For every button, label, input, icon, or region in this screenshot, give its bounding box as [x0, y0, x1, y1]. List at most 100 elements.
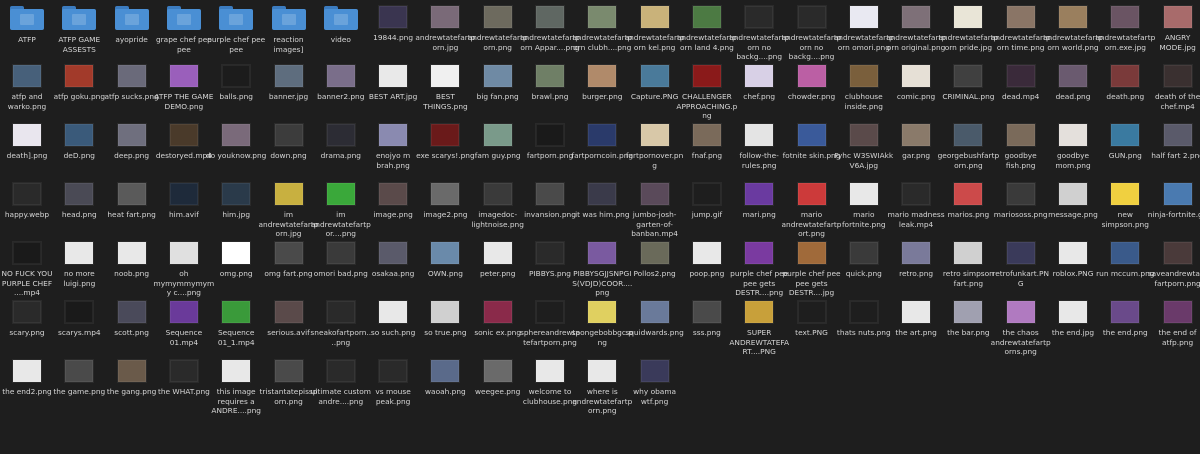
- file-item[interactable]: sonic ex.png: [471, 299, 525, 338]
- file-item[interactable]: andrewtatefartporn no backg....png: [781, 4, 842, 62]
- file-item[interactable]: so true.png: [418, 299, 472, 338]
- file-item[interactable]: the end of atfp.png: [1151, 299, 1200, 347]
- file-item[interactable]: vs mouse peak.png: [366, 358, 420, 406]
- file-item[interactable]: comic.png: [889, 63, 943, 102]
- file-item[interactable]: exe scarys!.png: [416, 122, 475, 161]
- file-item[interactable]: the art.png: [889, 299, 943, 338]
- file-item[interactable]: BEST ART.jpg: [366, 63, 420, 102]
- file-item[interactable]: andrewtatefartporn omori.png: [834, 4, 894, 52]
- file-item[interactable]: fartpornover.png: [626, 122, 683, 170]
- file-item[interactable]: death of the chef.mp4: [1151, 63, 1200, 111]
- file-item[interactable]: half fart 2.png: [1151, 122, 1200, 161]
- file-item[interactable]: oh mymymmymymy c....png: [154, 240, 214, 298]
- file-item[interactable]: andrewtatefartporn kel.png: [625, 4, 685, 52]
- file-item[interactable]: fnaf.png: [680, 122, 734, 161]
- folder-item[interactable]: grape chef pee pee: [156, 4, 212, 54]
- file-item[interactable]: the end.png: [1098, 299, 1152, 338]
- file-item[interactable]: sphereandrewtatefartporn.png: [520, 299, 580, 347]
- file-item[interactable]: destoryed.mp4: [156, 122, 212, 161]
- file-item[interactable]: jump.gif: [680, 181, 734, 220]
- folder-item[interactable]: purple chef pee pee: [207, 4, 265, 54]
- file-item[interactable]: down.png: [262, 122, 316, 161]
- file-item[interactable]: balls.png: [209, 63, 263, 102]
- file-item[interactable]: this image requires a ANDRE....png: [209, 358, 263, 416]
- file-item[interactable]: mari.png: [732, 181, 786, 220]
- file-item[interactable]: 19844.png: [366, 4, 420, 43]
- file-item[interactable]: weegee.png: [471, 358, 525, 397]
- file-item[interactable]: waoah.png: [418, 358, 472, 397]
- folder-item[interactable]: ATFP GAME ASSESTS: [52, 4, 106, 54]
- file-item[interactable]: omg fart.png: [262, 240, 316, 279]
- file-item[interactable]: why obama wtf.png: [628, 358, 682, 406]
- file-item[interactable]: brawl.png: [523, 63, 577, 102]
- file-item[interactable]: BEST THINGS.png: [418, 63, 472, 111]
- file-item[interactable]: andrewtatefartporn world.png: [1043, 4, 1103, 52]
- file-item[interactable]: CRIMINAL.png: [941, 63, 995, 102]
- file-item[interactable]: atfp sucks.png: [104, 63, 159, 102]
- file-item[interactable]: message.png: [1046, 181, 1100, 220]
- folder-item[interactable]: reaction images]: [262, 4, 316, 54]
- file-item[interactable]: image.png: [366, 181, 420, 220]
- file-item[interactable]: drama.png: [314, 122, 368, 161]
- file-item[interactable]: big fan.png: [471, 63, 525, 102]
- file-item[interactable]: retro simpson fart.png: [941, 240, 995, 288]
- file-item[interactable]: image2.png: [418, 181, 472, 220]
- file-item[interactable]: GUN.png: [1098, 122, 1152, 161]
- file-item[interactable]: sss.png: [680, 299, 734, 338]
- file-item[interactable]: im andrewtatefartporn.jpg: [258, 181, 319, 239]
- file-item[interactable]: Sequence 01.mp4: [157, 299, 211, 347]
- file-item[interactable]: death].png: [0, 122, 54, 161]
- file-item[interactable]: osakaa.png: [366, 240, 420, 279]
- file-item[interactable]: heat fart.png: [105, 181, 159, 220]
- file-item[interactable]: jumbo-josh-garten-of-banban.mp4: [628, 181, 682, 239]
- file-item[interactable]: georgebushfartporn.png: [938, 122, 999, 170]
- file-item[interactable]: enojyo m brah.png: [366, 122, 420, 170]
- file-item[interactable]: happy.webp: [0, 181, 54, 220]
- file-item[interactable]: retro.png: [889, 240, 943, 279]
- file-item[interactable]: gar.png: [889, 122, 943, 161]
- file-item[interactable]: SUPER ANDREWTATEFART....PNG: [729, 299, 789, 357]
- file-item[interactable]: imagedoc-lightnoise.png: [471, 181, 525, 229]
- file-item[interactable]: dead.mp4: [994, 63, 1048, 102]
- file-item[interactable]: purple chef pee pee gets DESTR....jpg: [782, 240, 841, 298]
- file-item[interactable]: spongebobbgc.png: [572, 299, 633, 347]
- file-item[interactable]: follow-the-rules.png: [732, 122, 786, 170]
- file-item[interactable]: andrewtatefartporn clubh....png: [572, 4, 632, 52]
- file-item[interactable]: goodbye mom.png: [1046, 122, 1100, 170]
- file-item[interactable]: deD.png: [52, 122, 106, 161]
- file-item[interactable]: fartporncoin.png: [571, 122, 633, 161]
- file-item[interactable]: omg.png: [209, 240, 263, 279]
- file-item[interactable]: andrewtatefartporn no backg....png: [729, 4, 789, 62]
- file-item[interactable]: so such.png: [366, 299, 420, 338]
- file-item[interactable]: run mccum.png: [1096, 240, 1154, 279]
- file-item[interactable]: Capture.PNG: [628, 63, 682, 102]
- file-item[interactable]: poop.png: [680, 240, 734, 279]
- file-item[interactable]: saveandrewtatefartporn.png: [1148, 240, 1200, 288]
- file-item[interactable]: andrewtatefartporn Appar....png: [520, 4, 580, 52]
- file-item[interactable]: andrewtatefartporn.png: [468, 4, 528, 52]
- file-item[interactable]: andrewtatefartporn.jpg: [415, 4, 475, 52]
- file-item[interactable]: thats nuts.png: [837, 299, 891, 338]
- file-item[interactable]: andrewtatefartporn land 4.png: [677, 4, 737, 52]
- file-item[interactable]: CHALLENGER APPROACHING.png: [676, 63, 737, 121]
- file-item[interactable]: omori bad.png: [314, 240, 368, 279]
- file-item[interactable]: the end2.png: [0, 358, 54, 397]
- file-item[interactable]: the bar.png: [941, 299, 995, 338]
- file-item[interactable]: Sequence 01_1.mp4: [209, 299, 263, 347]
- file-item[interactable]: mario madness leak.mp4: [888, 181, 945, 229]
- file-item[interactable]: new simpson.png: [1098, 181, 1152, 229]
- file-item[interactable]: scary.png: [0, 299, 54, 338]
- file-item[interactable]: chowder.png: [785, 63, 839, 102]
- folder-item[interactable]: ATFP: [0, 4, 54, 45]
- file-item[interactable]: deep.png: [105, 122, 159, 161]
- file-item[interactable]: fam guy.png: [471, 122, 525, 161]
- file-item[interactable]: andrewtatefartporn.exe.jpg: [1095, 4, 1155, 52]
- file-item[interactable]: marios.png: [941, 181, 995, 220]
- file-item[interactable]: fartporn.png: [523, 122, 577, 161]
- file-item[interactable]: banner2.png: [314, 63, 368, 102]
- file-item[interactable]: goodbye fish.png: [994, 122, 1048, 170]
- file-item[interactable]: the gang.png: [105, 358, 159, 397]
- file-item[interactable]: im andrewtatefartpor....png: [311, 181, 371, 239]
- file-item[interactable]: retrofunkart.PNG: [992, 240, 1049, 288]
- folder-item[interactable]: video: [314, 4, 368, 45]
